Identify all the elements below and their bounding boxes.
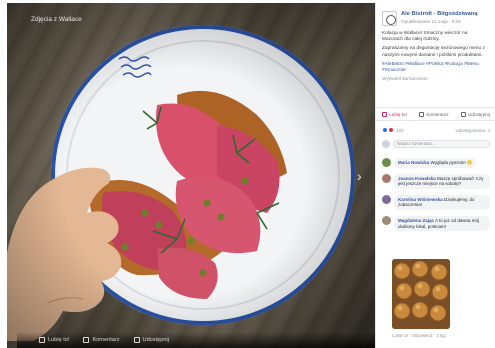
thumbs-up-icon: [39, 337, 45, 343]
comment-bubble: Joanna Kowalska Muszę spróbować! Czy jes…: [394, 173, 490, 189]
comment-label: Komentarz: [426, 111, 449, 117]
photo-vignette: [7, 3, 375, 348]
photo-share-label: Udostępnij: [142, 337, 169, 343]
comment-author[interactable]: Magdalena Zając: [398, 218, 434, 223]
post-header: Ale Bistrołt - Bitgośdziwaną Opublikowan…: [376, 3, 495, 26]
comment-button[interactable]: Komentarz: [419, 111, 449, 117]
page-name-link[interactable]: Ale Bistrołt - Bitgośdziwaną: [401, 11, 489, 17]
list-item: Maria Nowicka Wygląda pysznie!: [382, 158, 492, 168]
list-item: Karolina Wiśniewska Dziękujemy, do zobac…: [382, 194, 492, 210]
post-action-bar: Lubię to! Komentarz Udostępnij: [376, 107, 495, 121]
avatar: [382, 140, 390, 148]
comment-author[interactable]: Karolina Wiśniewska: [398, 197, 443, 202]
avatar[interactable]: [382, 215, 391, 225]
post-paragraph: Kolacja w Wallace! Smaczny wieczór na Ma…: [382, 31, 468, 43]
comment-bubble: Karolina Wiśniewska Dziękujemy, do zobac…: [394, 194, 490, 210]
post-side-panel: Ale Bistrołt - Bitgośdziwaną Opublikowan…: [375, 3, 495, 348]
comment-bubble: Maria Nowicka Wygląda pysznie!: [394, 158, 477, 168]
comment-composer: Napisz komentarz...: [382, 139, 490, 149]
post-body: Kolacja w Wallace! Smaczny wieczór na Ma…: [376, 26, 495, 83]
photo-like-label: Lubię to!: [48, 337, 70, 343]
photo-action-bar: Lubię to! Komentarz Udostępnij: [17, 332, 375, 348]
comment-bubble: Magdalena Zając A to już od dawna mój ul…: [394, 215, 490, 232]
photo-share-button[interactable]: Udostępnij: [133, 337, 169, 343]
post-hashtags[interactable]: #AleBistro #Wallace #Polska #Kolacja #Me…: [382, 62, 489, 74]
list-item: Magdalena Zając A to już od dawna mój ul…: [382, 215, 492, 232]
photo-viewer[interactable]: Zdjęcia z Wallace › Lubię to! Komentarz …: [7, 3, 375, 348]
speech-bubble-icon: [419, 111, 425, 117]
comment-text: Wygląda pysznie!: [430, 160, 466, 165]
post-paragraph: Zapraszamy na degustację sezonowego menu…: [382, 46, 485, 58]
reactions-summary: 134 Udostępnienia: 4: [382, 125, 490, 135]
post-timestamp[interactable]: Opublikowane 12 maja · 8:26: [401, 19, 489, 24]
share-button[interactable]: Udostępnij: [461, 111, 490, 117]
shares-count[interactable]: Udostępnienia: 4: [456, 128, 490, 133]
page-avatar[interactable]: [382, 11, 397, 26]
comment-input[interactable]: Napisz komentarz...: [393, 140, 490, 148]
album-caption[interactable]: Zdjęcia z Wallace: [31, 16, 82, 23]
speech-bubble-icon: [83, 337, 90, 343]
comment-attachment-photo[interactable]: [392, 259, 450, 329]
comments-list: Maria Nowicka Wygląda pysznie! Joanna Ko…: [382, 158, 492, 237]
photo-comment-button[interactable]: Komentarz: [83, 337, 120, 343]
avatar[interactable]: [382, 158, 391, 167]
list-item: Joanna Kowalska Muszę spróbować! Czy jes…: [382, 173, 492, 189]
share-arrow-icon: [133, 337, 140, 343]
avatar[interactable]: [382, 173, 391, 183]
photo-comment-label: Komentarz: [92, 337, 120, 343]
reaction-count: 134: [396, 127, 404, 133]
post-header-text: Ale Bistrołt - Bitgośdziwaną Opublikowan…: [401, 11, 489, 26]
thumbs-up-icon: [382, 111, 388, 117]
pastries-image: [392, 259, 450, 329]
share-arrow-icon: [461, 111, 467, 117]
reaction-icons[interactable]: 134: [382, 127, 404, 133]
photo-like-button[interactable]: Lubię to!: [39, 337, 69, 343]
see-translation-link[interactable]: Wyświetl tłumaczenie: [382, 77, 489, 83]
love-reaction-icon: [388, 127, 394, 133]
chevron-right-icon[interactable]: ›: [357, 169, 362, 183]
like-label: Lubię to!: [389, 111, 407, 117]
comment-author[interactable]: Joanna Kowalska: [398, 176, 436, 181]
emoji-icon: [467, 160, 473, 166]
comment-author[interactable]: Maria Nowicka: [398, 160, 429, 165]
share-label: Udostępnij: [468, 111, 490, 117]
comment-actions[interactable]: Lubię to! · Odpowiedz · 3 tyg.: [392, 333, 447, 338]
like-button[interactable]: Lubię to!: [382, 111, 407, 117]
avatar[interactable]: [382, 194, 391, 204]
